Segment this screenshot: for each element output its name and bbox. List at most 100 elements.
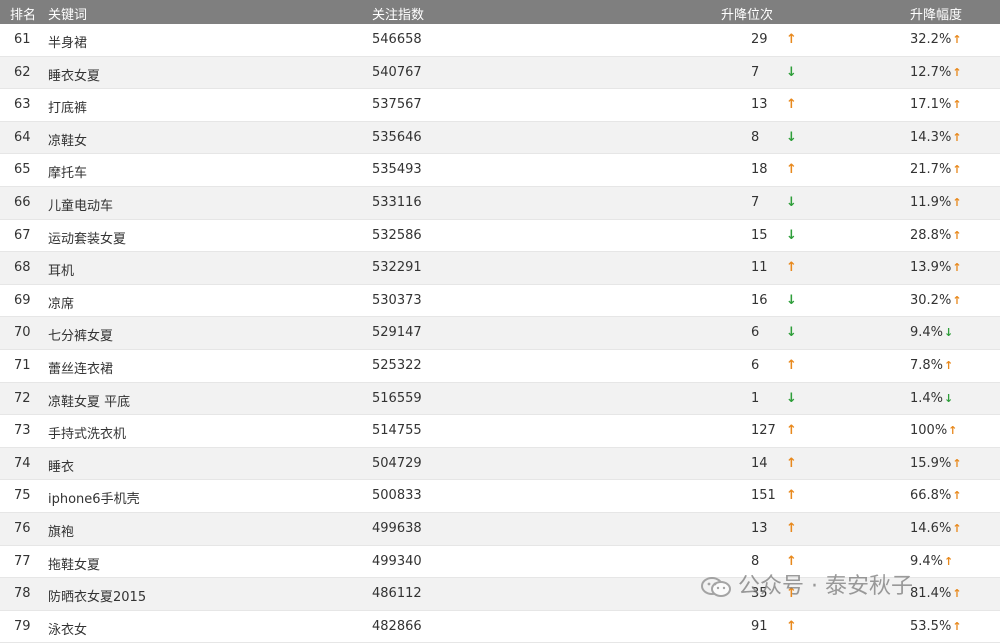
change-cell: 14 bbox=[751, 455, 768, 471]
header-pct: 升降幅度 bbox=[910, 8, 963, 23]
pct-value: 13.9% bbox=[910, 260, 952, 276]
rank-cell: 77 bbox=[14, 553, 31, 569]
arrow-up-icon: ↑ bbox=[952, 587, 962, 601]
keyword-cell: 蕾丝连衣裙 bbox=[48, 361, 114, 377]
arrow-down-icon: ↓ bbox=[786, 194, 797, 210]
index-cell: 500833 bbox=[372, 488, 422, 504]
arrow-up-icon: ↑ bbox=[952, 293, 962, 307]
pct-value: 9.4% bbox=[910, 553, 944, 569]
index-cell: 546658 bbox=[372, 32, 422, 47]
arrow-up-icon: ↑ bbox=[952, 456, 962, 470]
header-rank: 排名 bbox=[10, 8, 37, 23]
arrow-up-icon: ↑ bbox=[948, 424, 958, 438]
rank-cell: 65 bbox=[14, 162, 31, 178]
table-row: 69 凉席 530373 16 ↓ 30.2%↑ bbox=[0, 285, 1000, 318]
rank-cell: 74 bbox=[14, 455, 31, 471]
arrow-up-icon: ↑ bbox=[952, 228, 962, 242]
pct-cell: 17.1%↑ bbox=[910, 97, 962, 112]
pct-cell: 9.4%↑ bbox=[910, 554, 953, 569]
pct-cell: 14.3%↑ bbox=[910, 130, 962, 145]
table-row: 63 打底裤 537567 13 ↑ 17.1%↑ bbox=[0, 89, 1000, 122]
pct-value: 32.2% bbox=[910, 32, 952, 47]
table-body: 61 半身裙 546658 29 ↑ 32.2%↑ 62 睡衣女夏 540767 7 ↓ 12.7%… bbox=[0, 24, 1000, 643]
arrow-up-icon: ↑ bbox=[952, 130, 962, 144]
table-row: 70 七分裤女夏 529147 6 ↓ 9.4%↓ bbox=[0, 317, 1000, 350]
pct-cell: 30.2%↑ bbox=[910, 293, 962, 308]
rank-cell: 69 bbox=[14, 292, 31, 308]
pct-value: 12.7% bbox=[910, 64, 952, 80]
index-cell: 532586 bbox=[372, 227, 422, 243]
pct-cell: 1.4%↓ bbox=[910, 391, 953, 406]
keyword-cell: 半身裙 bbox=[48, 36, 88, 51]
keyword-cell: 睡衣 bbox=[48, 459, 75, 475]
rank-cell: 79 bbox=[14, 618, 31, 634]
arrow-up-icon: ↑ bbox=[786, 357, 797, 373]
change-cell: 15 bbox=[751, 227, 768, 243]
index-cell: 540767 bbox=[372, 64, 422, 80]
arrow-up-icon: ↑ bbox=[944, 554, 954, 568]
rank-cell: 64 bbox=[14, 129, 31, 145]
arrow-up-icon: ↑ bbox=[786, 97, 797, 113]
table-row: 66 儿童电动车 533116 7 ↓ 11.9%↑ bbox=[0, 186, 1000, 220]
arrow-up-icon: ↑ bbox=[944, 358, 954, 372]
pct-cell: 32.2%↑ bbox=[910, 32, 962, 47]
keyword-cell: 运动套装女夏 bbox=[48, 231, 127, 247]
change-cell: 1 bbox=[751, 390, 760, 406]
watermark: 公众号 · 泰安秋子 bbox=[700, 568, 913, 600]
change-cell: 18 bbox=[751, 162, 768, 178]
pct-cell: 53.5%↑ bbox=[910, 619, 962, 634]
keyword-cell: 耳机 bbox=[48, 264, 75, 280]
pct-value: 30.2% bbox=[910, 292, 952, 308]
arrow-down-icon: ↓ bbox=[786, 129, 797, 145]
keyword-cell: 手持式洗衣机 bbox=[48, 427, 127, 443]
rank-cell: 73 bbox=[14, 423, 31, 439]
change-cell: 6 bbox=[751, 357, 760, 373]
pct-value: 15.9% bbox=[910, 455, 952, 471]
index-cell: 532291 bbox=[372, 260, 422, 276]
pct-cell: 100%↑ bbox=[910, 423, 957, 438]
index-cell: 499340 bbox=[372, 553, 422, 569]
keyword-cell: 凉席 bbox=[48, 296, 75, 312]
index-cell: 482866 bbox=[372, 618, 422, 634]
pct-cell: 66.8%↑ bbox=[910, 488, 962, 503]
pct-cell: 7.8%↑ bbox=[910, 358, 953, 373]
table-row: 71 蕾丝连衣裙 525322 6 ↑ 7.8%↑ bbox=[0, 350, 1000, 383]
table-row: 64 凉鞋女 535646 8 ↓ 14.3%↑ bbox=[0, 121, 1000, 155]
pct-cell: 13.9%↑ bbox=[910, 260, 962, 275]
index-cell: 530373 bbox=[372, 292, 422, 308]
arrow-up-icon: ↑ bbox=[952, 65, 962, 79]
table-row: 79 泳衣女 482866 91 ↑ 53.5%↑ bbox=[0, 611, 1000, 643]
pct-value: 66.8% bbox=[910, 488, 952, 504]
rank-cell: 66 bbox=[14, 194, 31, 210]
arrow-up-icon: ↑ bbox=[786, 618, 797, 634]
rank-cell: 68 bbox=[14, 260, 31, 276]
index-cell: 504729 bbox=[372, 455, 422, 471]
rank-cell: 78 bbox=[14, 586, 31, 602]
arrow-up-icon: ↑ bbox=[786, 455, 797, 471]
rank-cell: 61 bbox=[14, 32, 31, 47]
change-cell: 13 bbox=[751, 97, 768, 113]
pct-value: 28.8% bbox=[910, 227, 952, 243]
arrow-down-icon: ↓ bbox=[786, 325, 797, 341]
index-cell: 529147 bbox=[372, 325, 422, 341]
table-row: 72 凉鞋女夏 平底 516559 1 ↓ 1.4%↓ bbox=[0, 382, 1000, 416]
pct-cell: 28.8%↑ bbox=[910, 228, 962, 243]
table-header: 排名 关键词 关注指数 升降位次 升降幅度 bbox=[0, 0, 1000, 24]
index-cell: 535493 bbox=[372, 162, 422, 178]
arrow-up-icon: ↑ bbox=[786, 32, 797, 47]
arrow-up-icon: ↑ bbox=[952, 261, 962, 275]
change-cell: 6 bbox=[751, 325, 760, 341]
keyword-cell: 泳衣女 bbox=[48, 622, 88, 638]
table-row: 62 睡衣女夏 540767 7 ↓ 12.7%↑ bbox=[0, 56, 1000, 90]
keyword-cell: 拖鞋女夏 bbox=[48, 557, 101, 573]
wechat-icon bbox=[700, 576, 732, 598]
change-cell: 7 bbox=[751, 194, 760, 210]
pct-cell: 12.7%↑ bbox=[910, 65, 962, 80]
arrow-up-icon: ↑ bbox=[786, 423, 797, 439]
rank-cell: 72 bbox=[14, 390, 31, 406]
pct-value: 21.7% bbox=[910, 162, 952, 178]
rank-cell: 67 bbox=[14, 227, 31, 243]
change-cell: 13 bbox=[751, 520, 768, 536]
change-cell: 8 bbox=[751, 129, 760, 145]
arrow-up-icon: ↑ bbox=[786, 488, 797, 504]
